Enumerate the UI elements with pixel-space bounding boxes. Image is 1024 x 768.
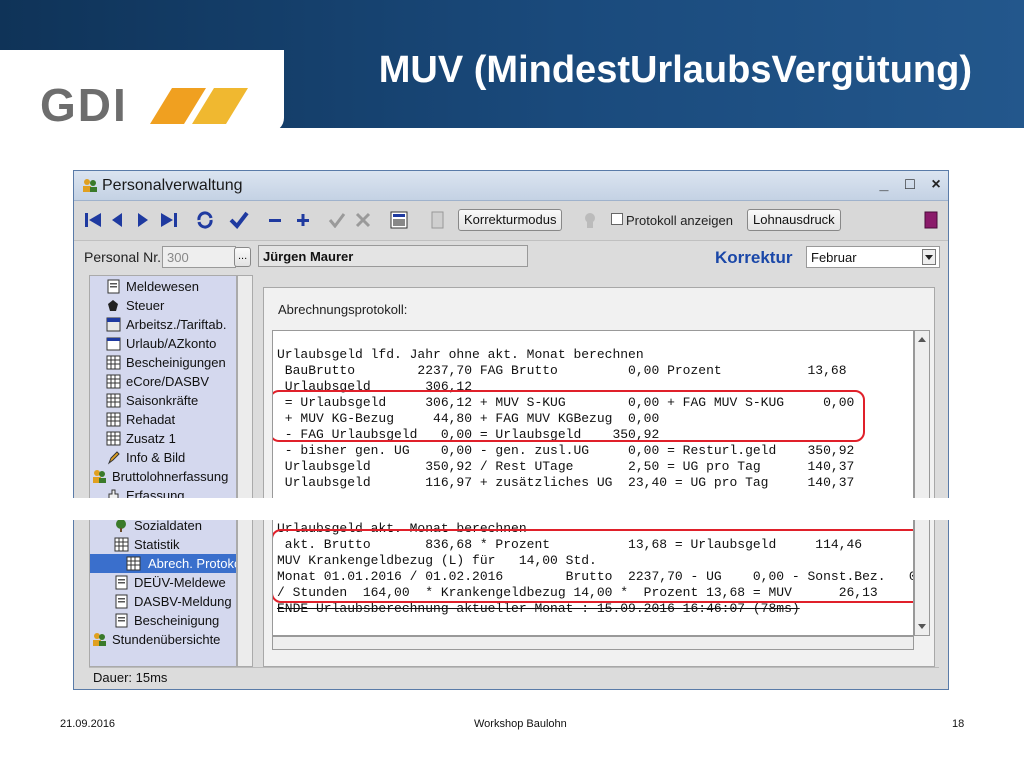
footer-center: Workshop Baulohn: [474, 718, 567, 730]
grid-icon: [106, 374, 121, 389]
korrekturmodus-button[interactable]: Korrekturmodus: [458, 209, 563, 231]
tree-item-arbeitszeit[interactable]: Arbeitsz./Tariftab.: [104, 315, 226, 334]
protocol-line: Urlaubsgeld 350,92 / Rest UTage 2,50 = U…: [277, 459, 855, 474]
toolbar: Korrekturmodus Protokoll anzeigen Lohnau…: [74, 201, 948, 241]
screenshot-cut-gap: [73, 498, 950, 520]
window-title: Personalverwaltung: [102, 177, 243, 194]
plus-icon[interactable]: [292, 209, 314, 231]
chevron-down-icon[interactable]: [922, 249, 936, 265]
minimize-button[interactable]: _: [874, 175, 894, 195]
document-icon: [114, 575, 129, 590]
correction-mode-label: Korrektur: [715, 248, 793, 267]
close-button[interactable]: ×: [926, 175, 946, 195]
grid-icon: [114, 537, 129, 552]
personal-lookup-button[interactable]: ...: [234, 247, 252, 267]
grid-icon: [106, 431, 121, 446]
exit-icon[interactable]: [920, 209, 942, 231]
slide-title: MUV (MindestUrlaubsVergütung): [378, 49, 972, 91]
footer-page-number: 18: [952, 718, 965, 730]
next-record-icon[interactable]: [132, 209, 154, 231]
footer-date: 21.09.2016: [60, 718, 116, 730]
gdi-logo-text: GDI: [40, 79, 128, 131]
tree-item-deuev-meldewesen[interactable]: DEÜV-Meldewe: [112, 573, 226, 592]
tree-item-dasbv-meldung[interactable]: DASBV-Meldung: [112, 592, 232, 611]
search-person-disabled-icon: [580, 209, 602, 231]
previous-record-icon[interactable]: [106, 209, 128, 231]
grid-icon: [106, 355, 121, 370]
tree-item-abrech-protokoll[interactable]: Abrech. Protoko: [90, 554, 236, 573]
tree-item-bruttolohnerfassung[interactable]: Bruttolohnerfassung: [90, 467, 228, 486]
navigation-tree: Meldewesen Steuer Arbeitsz./Tariftab. Ur…: [89, 275, 237, 667]
tree-item-statistik[interactable]: Statistik: [112, 535, 180, 554]
employee-name-field: Jürgen Maurer: [258, 245, 528, 267]
window-titlebar[interactable]: Personalverwaltung _ □ ×: [74, 171, 948, 201]
tree-item-bescheinigungen-2[interactable]: Bescheinigung: [112, 611, 219, 630]
protocol-text[interactable]: Urlaubsgeld lfd. Jahr ohne akt. Monat be…: [272, 330, 914, 636]
status-bar: Dauer: 15ms: [89, 667, 939, 687]
calculator-icon[interactable]: [388, 209, 410, 231]
protocol-line: - bisher gen. UG 0,00 - gen. zusl.UG 0,0…: [277, 443, 855, 458]
tree-item-zusatz1[interactable]: Zusatz 1: [104, 429, 176, 448]
save-check-icon[interactable]: [228, 209, 250, 231]
tree-icon: [114, 518, 129, 533]
protocol-line: Urlaubsgeld 116,97 + zusätzliches UG 23,…: [277, 475, 855, 490]
personal-nr-label: Personal Nr.: [84, 249, 162, 265]
protokoll-checkbox[interactable]: [611, 213, 623, 225]
tree-item-stundenuebersichten[interactable]: Stundenübersichte: [90, 630, 220, 649]
people-icon: [92, 632, 107, 647]
maximize-button[interactable]: □: [900, 175, 920, 195]
last-record-icon[interactable]: [158, 209, 180, 231]
protocol-label: Abrechnungsprotokoll:: [278, 302, 408, 317]
highlight-box-muv-bottom: [273, 529, 913, 603]
tree-item-meldewesen[interactable]: Meldewesen: [104, 277, 199, 296]
tree-scrollbar[interactable]: [237, 275, 253, 667]
tree-item-urlaub[interactable]: Urlaub/AZkonto: [104, 334, 216, 353]
tree-item-saisonkraefte[interactable]: Saisonkräfte: [104, 391, 198, 410]
personalverwaltung-window: Personalverwaltung _ □ × Korrekturmodus …: [73, 170, 949, 690]
document-disabled-icon: [426, 209, 448, 231]
tree-item-ecore[interactable]: eCore/DASBV: [104, 372, 209, 391]
protocol-line: ENDE Urlaubsberechnung aktueller Monat :…: [277, 601, 800, 616]
tree-item-bescheinigungen[interactable]: Bescheinigungen: [104, 353, 226, 372]
gdi-logo-stripes-icon: [150, 88, 248, 124]
cancel-disabled-icon: [352, 209, 374, 231]
employee-header: Personal Nr. 300 ... Jürgen Maurer Korre…: [74, 242, 948, 272]
pencil-icon: [106, 450, 121, 465]
grid-icon: [106, 412, 121, 427]
document-icon: [114, 594, 129, 609]
tree-item-steuer[interactable]: Steuer: [104, 296, 164, 315]
minus-icon[interactable]: [264, 209, 286, 231]
personal-nr-field[interactable]: 300: [162, 246, 236, 268]
protokoll-label: Protokoll anzeigen: [626, 213, 733, 228]
calendar-icon: [106, 336, 121, 351]
tree-item-info-bild[interactable]: Info & Bild: [104, 448, 185, 467]
first-record-icon[interactable]: [82, 209, 104, 231]
tree-item-rehadat[interactable]: Rehadat: [104, 410, 175, 429]
grid-icon: [106, 393, 121, 408]
protocol-panel: Abrechnungsprotokoll: Urlaubsgeld lfd. J…: [263, 287, 935, 667]
document-icon: [114, 613, 129, 628]
refresh-icon[interactable]: [194, 209, 216, 231]
people-icon: [92, 469, 107, 484]
table-icon: [106, 317, 121, 332]
highlight-box-muv-top: [273, 390, 865, 442]
protocol-horizontal-scrollbar[interactable]: [272, 636, 914, 650]
document-icon: [106, 279, 121, 294]
protocol-vertical-scrollbar[interactable]: [914, 330, 930, 636]
eagle-icon: [106, 298, 121, 313]
month-select[interactable]: Februar: [806, 246, 940, 268]
confirm-disabled-icon: [326, 209, 348, 231]
protocol-line: Urlaubsgeld lfd. Jahr ohne akt. Monat be…: [277, 347, 644, 362]
protocol-line: BauBrutto 2237,70 FAG Brutto 0,00 Prozen…: [277, 363, 847, 378]
lohnausdruck-button[interactable]: Lohnausdruck: [747, 209, 841, 231]
grid-icon: [126, 556, 141, 571]
people-icon: [83, 179, 97, 192]
